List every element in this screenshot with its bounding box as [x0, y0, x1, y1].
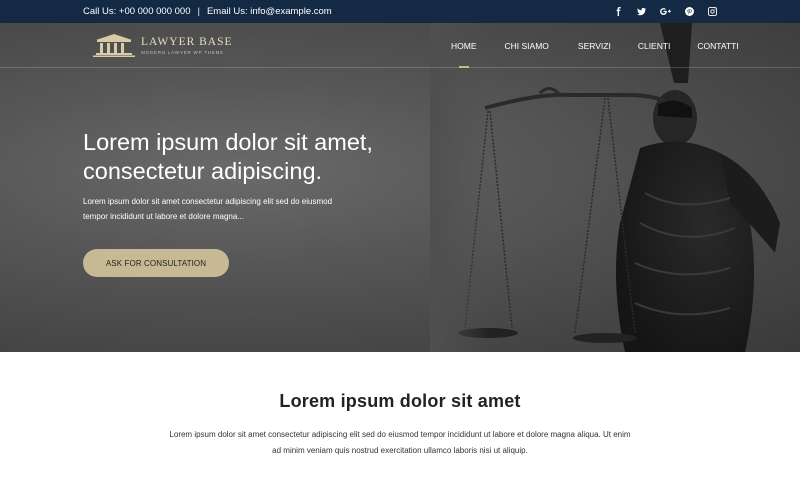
nav-clienti[interactable]: CLIENTI	[638, 41, 671, 51]
logo-tagline: MODERN LAWYER WP THEME	[141, 49, 225, 55]
hero-title-line2: consectetur adipiscing.	[83, 158, 323, 184]
hero-title: Lorem ipsum dolor sit amet, consectetur …	[83, 128, 443, 186]
phone-text[interactable]: Call Us: +00 000 000 000	[83, 6, 190, 17]
contact-info: Call Us: +00 000 000 000 | Email Us: inf…	[83, 0, 332, 23]
email-text[interactable]: Email Us: info@example.com	[207, 6, 332, 17]
logo-name: LAWYER BASE	[141, 35, 233, 48]
section-title: Lorem ipsum dolor sit amet	[279, 391, 521, 411]
facebook-icon[interactable]	[614, 7, 623, 16]
twitter-icon[interactable]	[637, 7, 646, 16]
section-text: Lorem ipsum dolor sit amet consectetur a…	[130, 427, 670, 459]
hero-lead-line2: tempor incididunt ut labore et dolore ma…	[83, 212, 244, 221]
courthouse-icon	[93, 34, 135, 57]
top-bar: Call Us: +00 000 000 000 | Email Us: inf…	[0, 0, 800, 23]
main-nav: HOME CHI SIAMO SERVIZI CLIENTI CONTATTI	[451, 41, 739, 51]
social-links	[614, 0, 717, 23]
hero-section: LAWYER BASE MODERN LAWYER WP THEME HOME …	[0, 23, 800, 352]
hero-lead-line1: Lorem ipsum dolor sit amet consectetur a…	[83, 197, 333, 206]
consultation-button[interactable]: ASK FOR CONSULTATION	[83, 249, 229, 277]
lady-justice-statue-image	[430, 23, 780, 352]
nav-home[interactable]: HOME	[451, 41, 477, 51]
nav-contatti[interactable]: CONTATTI	[697, 41, 738, 51]
contact-separator: |	[197, 6, 200, 17]
hero-lead: Lorem ipsum dolor sit amet consectetur a…	[83, 194, 383, 224]
site-logo[interactable]: LAWYER BASE MODERN LAWYER WP THEME	[93, 33, 233, 57]
section-text-line1: Lorem ipsum dolor sit amet consectetur a…	[169, 430, 631, 439]
section-text-line2: ad minim veniam quis nostrud exercitatio…	[272, 446, 528, 455]
nav-chi-siamo[interactable]: CHI SIAMO	[505, 41, 549, 51]
google-plus-icon[interactable]	[660, 7, 671, 16]
nav-servizi[interactable]: SERVIZI	[578, 41, 611, 51]
hero-title-line1: Lorem ipsum dolor sit amet,	[83, 129, 373, 155]
instagram-icon[interactable]	[708, 7, 717, 16]
pinterest-icon[interactable]	[685, 7, 694, 16]
header-divider	[0, 67, 800, 68]
